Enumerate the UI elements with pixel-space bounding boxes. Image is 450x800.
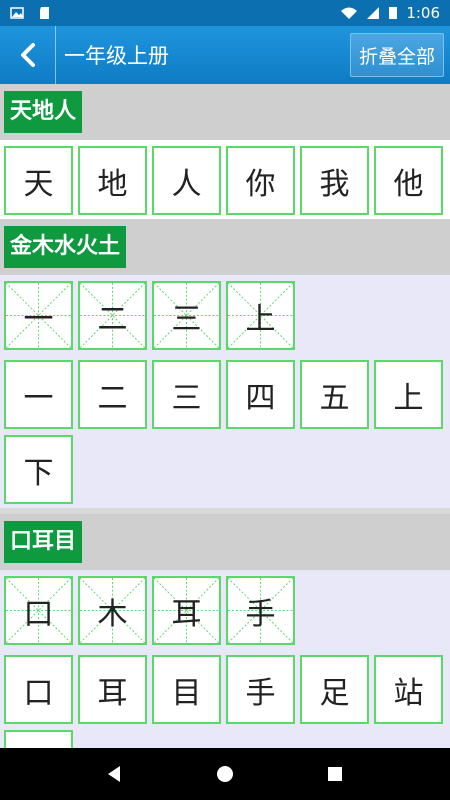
section-title: 天地人	[4, 91, 83, 133]
character-cell[interactable]: 三	[152, 360, 221, 429]
character-cell[interactable]: 我	[300, 146, 369, 215]
character-cell[interactable]: 五	[300, 360, 369, 429]
home-circle-icon[interactable]	[215, 764, 235, 784]
section-title: 口耳目	[4, 521, 83, 563]
character-cell[interactable]: 天	[4, 146, 73, 215]
character-cell[interactable]: 足	[300, 655, 369, 724]
character-glyph: 上	[393, 380, 424, 416]
character-grid: 一 二 三 四 五 上 下	[0, 354, 450, 508]
practice-cell[interactable]: 三	[152, 281, 221, 350]
practice-cell[interactable]: 一	[4, 281, 73, 350]
character-cell[interactable]: 他	[374, 146, 443, 215]
character-cell[interactable]: 上	[374, 360, 443, 429]
character-glyph: 站	[393, 675, 424, 711]
character-glyph: 上	[245, 301, 276, 337]
practice-cell[interactable]: 上	[226, 281, 295, 350]
character-cell[interactable]: 地	[78, 146, 147, 215]
back-button[interactable]	[0, 26, 56, 84]
character-cell[interactable]: 二	[78, 360, 147, 429]
practice-cell[interactable]: 耳	[152, 576, 221, 645]
page-title: 一年级上册	[64, 44, 169, 68]
character-glyph: 耳	[171, 596, 202, 632]
character-glyph: 耳	[97, 675, 128, 711]
back-triangle-icon[interactable]	[105, 764, 125, 784]
image-notification-icon	[10, 7, 24, 19]
character-glyph: 三	[171, 380, 202, 416]
character-glyph: 三	[171, 301, 202, 337]
practice-cell[interactable]: 木	[78, 576, 147, 645]
character-glyph: 足	[319, 675, 350, 711]
signal-icon	[367, 7, 380, 19]
navigation-bar	[0, 748, 450, 800]
character-glyph: 二	[97, 380, 128, 416]
chevron-left-icon	[20, 43, 35, 67]
battery-icon	[389, 7, 398, 19]
character-glyph: 四	[245, 380, 276, 416]
section-title: 金木水火土	[4, 226, 127, 268]
character-glyph: 五	[319, 380, 350, 416]
practice-grid: 口木耳手	[0, 570, 450, 649]
character-glyph: 口	[23, 596, 54, 632]
character-cell[interactable]: 手	[226, 655, 295, 724]
character-cell[interactable]: 四	[226, 360, 295, 429]
character-cell[interactable]: 你	[226, 146, 295, 215]
section-header[interactable]: 天地人	[0, 84, 450, 140]
character-cell[interactable]: 口	[4, 655, 73, 724]
character-glyph: 木	[97, 596, 128, 632]
character-cell[interactable]: 人	[152, 146, 221, 215]
wifi-icon	[341, 7, 358, 19]
app-bar: 一年级上册 折叠全部	[0, 26, 450, 84]
collapse-all-button[interactable]: 折叠全部	[349, 33, 444, 77]
character-glyph: 手	[245, 675, 276, 711]
character-glyph: 二	[97, 301, 128, 337]
character-glyph: 一	[23, 380, 54, 416]
lesson-list[interactable]: 天地人 天 地 人 你 我 他 金木水火土 一二三上 一二三四五上 下 口耳目 …	[0, 84, 450, 748]
character-grid: 口 耳 目 手 足 站 坐	[0, 649, 450, 748]
status-bar: 1:06	[0, 0, 450, 26]
character-cell[interactable]: 站	[374, 655, 443, 724]
status-time: 1:06	[406, 4, 440, 22]
character-glyph: 手	[245, 596, 276, 632]
character-glyph: 口	[23, 675, 54, 711]
character-cell[interactable]: 目	[152, 655, 221, 724]
recents-square-icon[interactable]	[325, 764, 345, 784]
character-grid: 天 地 人 你 我 他	[0, 140, 450, 219]
section-header[interactable]: 金木水火土	[0, 219, 450, 275]
character-glyph: 下	[23, 455, 54, 491]
practice-cell[interactable]: 二	[78, 281, 147, 350]
character-cell[interactable]: 坐	[4, 730, 73, 748]
practice-cell[interactable]: 手	[226, 576, 295, 645]
section-header[interactable]: 口耳目	[0, 514, 450, 570]
character-glyph: 坐	[24, 743, 54, 749]
sd-card-icon	[40, 7, 49, 19]
character-cell[interactable]: 一	[4, 360, 73, 429]
character-cell[interactable]: 下	[4, 435, 73, 504]
practice-cell[interactable]: 口	[4, 576, 73, 645]
character-glyph: 一	[23, 301, 54, 337]
character-cell[interactable]: 耳	[78, 655, 147, 724]
character-glyph: 目	[171, 675, 202, 711]
practice-grid: 一二三上	[0, 275, 450, 354]
